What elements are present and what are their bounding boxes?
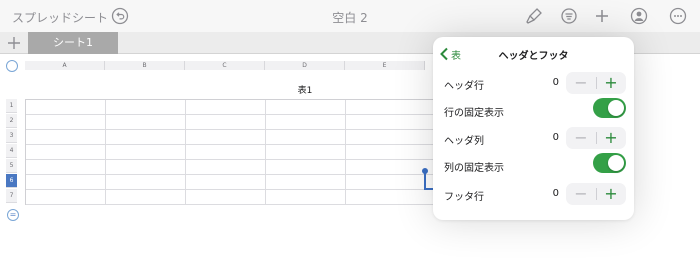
column-header[interactable]: B	[105, 61, 185, 70]
more-icon[interactable]	[668, 6, 688, 26]
table-cell[interactable]	[266, 160, 346, 175]
table-cell[interactable]	[26, 145, 106, 160]
header-rows-decrement-button[interactable]: −	[566, 72, 596, 94]
table-cell[interactable]	[346, 100, 436, 115]
table-cell[interactable]	[186, 190, 266, 205]
header-rows-stepper: − +	[566, 72, 626, 94]
row-header[interactable]: 7	[6, 189, 17, 203]
table-cell[interactable]	[106, 145, 186, 160]
format-brush-icon[interactable]	[524, 6, 544, 26]
header-rows-row: ヘッダ行 0 − +	[433, 69, 634, 97]
table-cell[interactable]	[266, 145, 346, 160]
column-header[interactable]: E	[345, 61, 425, 70]
row-header[interactable]: 3	[6, 129, 17, 143]
toggle-knob	[608, 155, 624, 171]
table-cell[interactable]	[186, 175, 266, 190]
table-cell[interactable]	[186, 100, 266, 115]
column-header[interactable]: A	[25, 61, 105, 70]
header-columns-increment-button[interactable]: +	[596, 127, 626, 149]
table-cell[interactable]	[346, 145, 436, 160]
table-cell[interactable]	[346, 115, 436, 130]
row-header[interactable]: 2	[6, 114, 17, 128]
footer-rows-increment-button[interactable]: +	[596, 183, 626, 205]
header-columns-stepper: − +	[566, 127, 626, 149]
table-cell[interactable]	[26, 130, 106, 145]
popover-title: ヘッダとフッタ	[498, 51, 569, 62]
header-columns-label: ヘッダ列	[444, 136, 484, 147]
sheet-tab-active[interactable]: シート1	[28, 32, 118, 54]
header-columns-decrement-button[interactable]: −	[566, 127, 596, 149]
freeze-rows-toggle[interactable]	[593, 98, 626, 118]
freeze-rows-label: 行の固定表示	[444, 108, 504, 119]
footer-rows-decrement-button[interactable]: −	[566, 183, 596, 205]
add-sheet-icon[interactable]	[5, 34, 23, 52]
table-title[interactable]: 表1	[275, 83, 335, 96]
table-cell[interactable]	[106, 190, 186, 205]
freeze-columns-row: 列の固定表示	[433, 151, 634, 179]
toggle-knob	[608, 100, 624, 116]
row-header[interactable]: 4	[6, 144, 17, 158]
freeze-columns-label: 列の固定表示	[444, 163, 504, 174]
footer-rows-value: 0	[552, 188, 559, 199]
header-rows-increment-button[interactable]: +	[596, 72, 626, 94]
footer-rows-stepper: − +	[566, 183, 626, 205]
header-columns-value: 0	[552, 132, 559, 143]
table-cell[interactable]	[266, 100, 346, 115]
table-cell[interactable]	[266, 175, 346, 190]
table-select-icon[interactable]	[6, 60, 18, 72]
table-cell[interactable]	[346, 190, 436, 205]
header-rows-value: 0	[552, 77, 559, 88]
table-cell[interactable]	[186, 130, 266, 145]
freeze-rows-row: 行の固定表示	[433, 96, 634, 124]
column-header[interactable]: C	[185, 61, 265, 70]
table-cell[interactable]	[186, 145, 266, 160]
table-cell[interactable]	[346, 130, 436, 145]
table-cell[interactable]	[106, 100, 186, 115]
table-cell[interactable]	[106, 130, 186, 145]
collaborate-icon[interactable]	[629, 6, 649, 26]
table-cell[interactable]	[266, 190, 346, 205]
footer-rows-row: フッタ行 0 − +	[433, 180, 634, 208]
header-footer-popover: 表 ヘッダとフッタ ヘッダ行 0 − + 行の固定表示 ヘッダ列 0 − + 列…	[433, 37, 634, 220]
table-cell[interactable]	[186, 160, 266, 175]
table-cell[interactable]	[106, 115, 186, 130]
toolbar: スプレッドシート 空白 2	[0, 0, 700, 32]
freeze-columns-toggle[interactable]	[593, 153, 626, 173]
table-cell[interactable]	[346, 175, 436, 190]
header-columns-row: ヘッダ列 0 − +	[433, 124, 634, 152]
table-cell[interactable]	[26, 115, 106, 130]
table-cell[interactable]	[26, 100, 106, 115]
table-cell[interactable]	[106, 160, 186, 175]
column-header[interactable]: D	[265, 61, 345, 70]
footer-rows-label: フッタ行	[444, 192, 484, 203]
row-header[interactable]: 1	[6, 99, 17, 113]
table-cell[interactable]	[186, 115, 266, 130]
header-rows-label: ヘッダ行	[444, 81, 484, 92]
table-cell[interactable]	[266, 115, 346, 130]
table-cell[interactable]	[266, 130, 346, 145]
table-cell[interactable]	[26, 160, 106, 175]
add-row-icon[interactable]: =	[7, 209, 19, 221]
view-options-icon[interactable]	[559, 6, 579, 26]
table-cell[interactable]	[26, 175, 106, 190]
table-cell[interactable]	[106, 175, 186, 190]
row-header[interactable]: 6	[6, 174, 17, 188]
table-cell[interactable]	[26, 190, 106, 205]
row-header[interactable]: 5	[6, 159, 17, 173]
table-grid[interactable]	[25, 99, 436, 205]
add-icon[interactable]	[592, 6, 612, 26]
